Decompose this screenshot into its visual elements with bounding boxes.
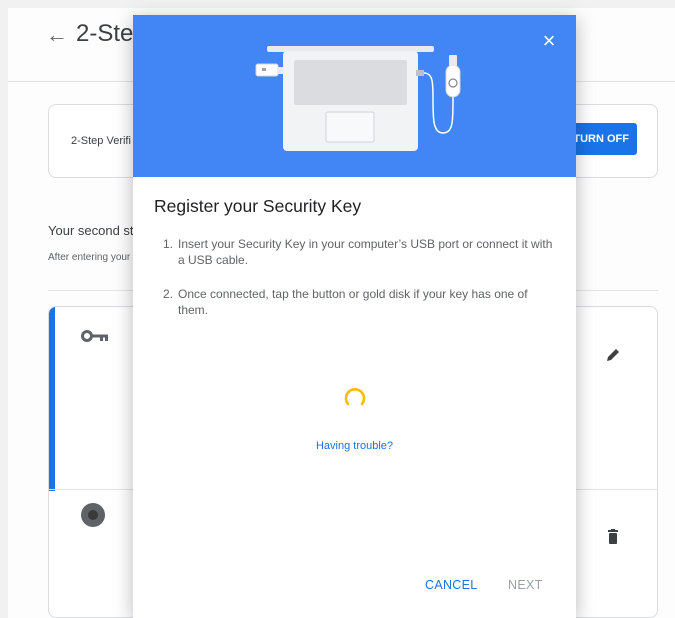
second-step-subtext: After entering your password (48, 252, 138, 263)
next-button[interactable]: NEXT (508, 578, 543, 592)
key-icon (81, 330, 108, 342)
laptop-usb-key-illustration (255, 46, 461, 151)
close-icon[interactable]: × (537, 29, 561, 53)
turn-off-button[interactable]: TURN OFF (573, 123, 637, 155)
loading-spinner-icon (344, 388, 366, 406)
step-text: Insert your Security Key in your compute… (178, 237, 553, 267)
instruction-step-1: 1. Insert your Security Key in your comp… (163, 236, 555, 268)
second-step-heading: Your second step (48, 223, 138, 238)
cancel-button[interactable]: CANCEL (425, 578, 478, 592)
step-number: 1. (163, 237, 174, 251)
status-text: 2-Step Verification is ON (71, 135, 131, 147)
phone-disc-icon (81, 503, 105, 527)
having-trouble-link[interactable]: Having trouble? (133, 440, 576, 452)
step-number: 2. (163, 287, 174, 301)
dialog-title: Register your Security Key (154, 196, 362, 216)
page-title: 2-Step Verification (76, 20, 136, 47)
register-security-key-dialog: × Register your Security Key 1. Insert y… (133, 15, 576, 618)
back-arrow-icon[interactable]: ← (46, 22, 68, 48)
step-text: Once connected, tap the button or gold d… (178, 287, 528, 317)
selected-accent-bar (49, 307, 55, 491)
trash-icon[interactable] (607, 529, 619, 544)
pencil-icon[interactable] (605, 347, 621, 363)
dialog-hero-banner: × (133, 15, 576, 177)
instruction-step-2: 2. Once connected, tap the button or gol… (163, 286, 555, 318)
